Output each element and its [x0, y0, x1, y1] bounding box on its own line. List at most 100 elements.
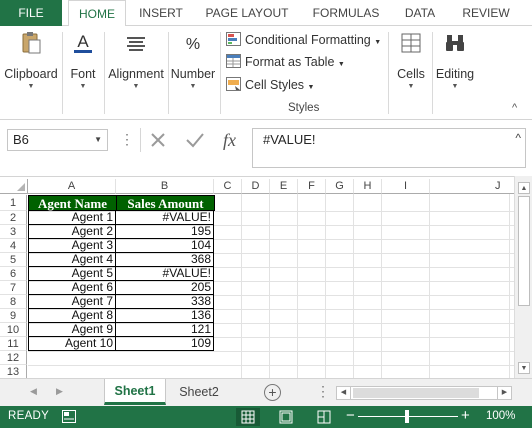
row-header[interactable]: 6 — [0, 267, 27, 281]
vertical-scrollbar[interactable]: ▲ ▼ — [514, 176, 532, 378]
worksheet-grid[interactable]: A B C D E F G H I J 1 2 3 4 5 6 7 8 9 10… — [0, 176, 514, 378]
chevron-down-icon[interactable]: ▼ — [94, 130, 102, 150]
horizontal-scroll-thumb[interactable] — [353, 388, 479, 398]
scroll-up-button[interactable]: ▲ — [518, 182, 530, 194]
column-header-j[interactable]: J — [430, 179, 514, 194]
insert-function-icon[interactable]: fx — [221, 129, 243, 151]
row-header[interactable]: 11 — [0, 337, 27, 351]
formula-bar-grip[interactable]: ⋮ — [120, 128, 134, 150]
table-cell-agent[interactable]: Agent 2 — [28, 225, 116, 239]
row-header[interactable]: 9 — [0, 309, 27, 323]
row-header[interactable]: 3 — [0, 225, 27, 239]
tab-file[interactable]: FILE — [0, 0, 62, 26]
add-sheet-icon[interactable]: + — [264, 384, 281, 401]
table-cell-agent[interactable]: Agent 10 — [28, 337, 116, 351]
row-header[interactable]: 2 — [0, 211, 27, 225]
table-cell-sales[interactable]: 368 — [116, 253, 214, 267]
scroll-left-button[interactable]: ◀ — [337, 387, 351, 399]
font-color-icon: A — [74, 32, 92, 53]
tab-data[interactable]: DATA — [396, 0, 444, 26]
sheet-tab-sheet1[interactable]: Sheet1 — [104, 379, 166, 405]
conditional-formatting-button[interactable]: Conditional Formatting ▼ — [226, 30, 381, 50]
table-cell-sales[interactable]: #VALUE! — [116, 211, 214, 225]
table-cell-sales[interactable]: 136 — [116, 309, 214, 323]
row-header[interactable]: 10 — [0, 323, 27, 337]
cells-label: Cells — [397, 67, 425, 81]
column-header-b[interactable]: B — [116, 179, 214, 194]
scroll-right-button[interactable]: ▶ — [497, 387, 511, 399]
tab-split-grip[interactable]: ⋮ — [316, 383, 330, 400]
select-all-button[interactable] — [0, 179, 28, 194]
table-cell-agent[interactable]: Agent 9 — [28, 323, 116, 337]
status-bar: READY − + 100% — [0, 406, 532, 428]
table-cell-agent[interactable]: Agent 6 — [28, 281, 116, 295]
alignment-button[interactable]: Alignment ▼ — [106, 30, 166, 90]
name-box[interactable]: B6 ▼ — [7, 129, 108, 151]
name-box-value: B6 — [13, 132, 29, 147]
zoom-in-button[interactable]: + — [461, 407, 470, 424]
column-header-c[interactable]: C — [214, 179, 242, 194]
tab-insert[interactable]: INSERT — [132, 0, 190, 26]
zoom-level[interactable]: 100% — [486, 410, 515, 422]
table-cell-agent[interactable]: Agent 3 — [28, 239, 116, 253]
column-header-h[interactable]: H — [354, 179, 382, 194]
status-mode: READY — [8, 410, 50, 422]
page-layout-view-button[interactable] — [274, 408, 298, 426]
page-break-view-button[interactable] — [312, 408, 336, 426]
macro-record-icon[interactable] — [62, 410, 76, 423]
tab-home[interactable]: HOME — [68, 0, 126, 27]
table-header-agent-name[interactable]: Agent Name — [28, 195, 117, 211]
table-cell-sales[interactable]: 338 — [116, 295, 214, 309]
column-header-d[interactable]: D — [242, 179, 270, 194]
table-cell-sales[interactable]: 104 — [116, 239, 214, 253]
table-cell-agent[interactable]: Agent 7 — [28, 295, 116, 309]
expand-formula-bar-button[interactable]: ^ — [515, 131, 521, 145]
row-header[interactable]: 1 — [0, 195, 27, 211]
vertical-scroll-thumb[interactable] — [518, 196, 530, 306]
column-header-a[interactable]: A — [28, 179, 116, 194]
tab-review[interactable]: REVIEW — [456, 0, 516, 26]
row-header[interactable]: 13 — [0, 365, 27, 378]
row-header[interactable]: 7 — [0, 281, 27, 295]
clipboard-button[interactable]: Clipboard ▼ — [4, 30, 58, 90]
zoom-out-button[interactable]: − — [346, 407, 355, 424]
column-header-e[interactable]: E — [270, 179, 298, 194]
cells-button[interactable]: Cells ▼ — [392, 30, 430, 90]
enter-icon[interactable] — [185, 131, 205, 149]
formula-input[interactable]: #VALUE! ^ — [252, 128, 526, 168]
table-cell-agent[interactable]: Agent 4 — [28, 253, 116, 267]
table-header-sales-amount[interactable]: Sales Amount — [116, 195, 215, 211]
horizontal-scrollbar[interactable]: ◀ ▶ — [336, 386, 512, 400]
row-header[interactable]: 4 — [0, 239, 27, 253]
row-header[interactable]: 8 — [0, 295, 27, 309]
table-cell-agent[interactable]: Agent 8 — [28, 309, 116, 323]
number-button[interactable]: % Number ▼ — [170, 30, 216, 90]
previous-sheet-icon[interactable]: ◀ — [30, 386, 37, 397]
font-button[interactable]: A Font ▼ — [66, 30, 100, 90]
format-as-table-button[interactable]: Format as Table ▼ — [226, 52, 345, 72]
table-cell-sales[interactable]: #VALUE! — [116, 267, 214, 281]
column-header-f[interactable]: F — [298, 179, 326, 194]
column-header-i[interactable]: I — [382, 179, 430, 194]
row-header[interactable]: 12 — [0, 351, 27, 365]
zoom-slider-thumb[interactable] — [405, 410, 409, 423]
cell-styles-button[interactable]: Cell Styles ▼ — [226, 75, 314, 95]
tab-page-layout[interactable]: PAGE LAYOUT — [198, 0, 296, 26]
tab-formulas[interactable]: FORMULAS — [304, 0, 388, 26]
next-sheet-icon[interactable]: ▶ — [56, 386, 63, 397]
column-header-g[interactable]: G — [326, 179, 354, 194]
table-cell-agent[interactable]: Agent 5 — [28, 267, 116, 281]
row-header[interactable]: 5 — [0, 253, 27, 267]
sheet-tab-sheet2[interactable]: Sheet2 — [170, 379, 228, 405]
table-cell-sales[interactable]: 109 — [116, 337, 214, 351]
cancel-icon[interactable] — [149, 131, 167, 149]
scroll-down-button[interactable]: ▼ — [518, 362, 530, 374]
table-cell-sales[interactable]: 195 — [116, 225, 214, 239]
table-cell-sales[interactable]: 205 — [116, 281, 214, 295]
table-cell-sales[interactable]: 121 — [116, 323, 214, 337]
editing-button[interactable]: Editing ▼ — [434, 30, 476, 90]
collapse-ribbon-button[interactable]: ^ — [512, 102, 517, 114]
normal-view-button[interactable] — [236, 408, 260, 426]
paste-icon — [22, 32, 41, 54]
table-cell-agent[interactable]: Agent 1 — [28, 211, 116, 225]
